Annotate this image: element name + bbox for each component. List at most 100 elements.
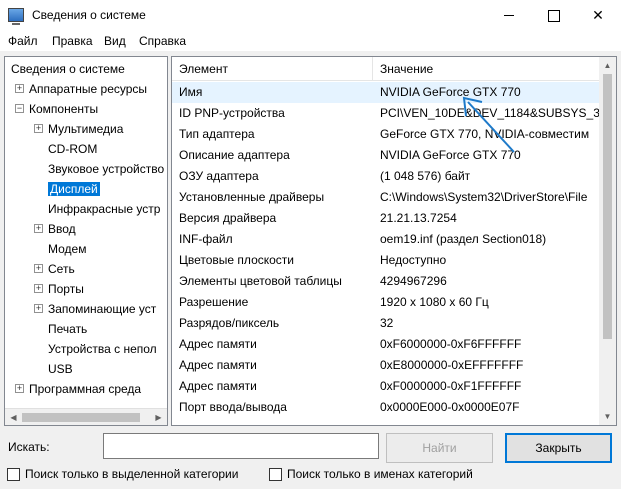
scroll-up-icon[interactable]: ▲: [599, 57, 616, 74]
title-bar: Сведения о системе ✕: [0, 0, 621, 31]
cell-value: 0xF6000000-0xF6FFFFFF: [380, 337, 522, 351]
table-row[interactable]: Цветовые плоскости Недоступно: [172, 250, 601, 271]
tree-item-label: Аппаратные ресурсы: [29, 82, 148, 96]
expand-icon[interactable]: +: [34, 264, 43, 273]
menu-edit[interactable]: Правка: [52, 34, 93, 48]
minimize-button[interactable]: [486, 0, 532, 31]
cell-value: 0xE8000000-0xEFFFFFFF: [380, 358, 524, 372]
cell-value: 1920 x 1080 x 60 Гц: [380, 295, 489, 309]
scroll-thumb[interactable]: [603, 74, 612, 339]
menu-view[interactable]: Вид: [104, 34, 126, 48]
cell-item: INF-файл: [179, 232, 233, 246]
search-input[interactable]: [103, 433, 379, 459]
tree-item[interactable]: Ввод: [48, 219, 76, 239]
find-button[interactable]: Найти: [386, 433, 493, 463]
tree-item-label: Компоненты: [29, 102, 99, 116]
menu-bar: Файл Правка Вид Справка: [0, 31, 621, 51]
table-row[interactable]: Тип адаптера GeForce GTX 770, NVIDIA-совм…: [172, 124, 601, 145]
tree-item-label: CD-ROM: [48, 142, 98, 156]
system-info-icon: [8, 8, 24, 25]
table-row[interactable]: Версия драйвера 21.21.13.7254: [172, 208, 601, 229]
tree-item[interactable]: Порты: [48, 279, 84, 299]
cell-item: Установленные драйверы: [179, 190, 325, 204]
table-row[interactable]: Адрес памяти 0xF6000000-0xF6FFFFFF: [172, 334, 601, 355]
checkbox-label: Поиск только в именах категорий: [287, 467, 473, 481]
tree-item-label: Программная среда: [29, 382, 142, 396]
tree-item[interactable]: Запоминающие уст: [48, 299, 156, 319]
maximize-button[interactable]: [530, 0, 576, 31]
cell-item: Адрес памяти: [179, 337, 257, 351]
checkbox-box[interactable]: [269, 468, 282, 481]
cell-value: 0xF0000000-0xF1FFFFFF: [380, 379, 522, 393]
table-row[interactable]: Элементы цветовой таблицы 4294967296: [172, 271, 601, 292]
cell-value: 0x0000E000-0x0000E07F: [380, 400, 520, 414]
list-vertical-scrollbar[interactable]: ▲ ▼: [599, 57, 616, 425]
close-window-button[interactable]: ✕: [575, 0, 621, 31]
tree-item[interactable]: Дисплей: [48, 179, 100, 199]
cell-item: Версия драйвера: [179, 211, 277, 225]
tree-item-label: Сведения о системе: [11, 62, 125, 76]
tree-item[interactable]: Сеть: [48, 259, 75, 279]
tree-item-label: Модем: [48, 242, 87, 256]
table-row[interactable]: Адрес памяти 0xE8000000-0xEFFFFFFF: [172, 355, 601, 376]
expand-icon[interactable]: +: [34, 284, 43, 293]
expand-icon[interactable]: +: [34, 224, 43, 233]
tree-item-label: Мультимедиа: [48, 122, 124, 136]
tree-item[interactable]: Компоненты: [29, 99, 98, 119]
table-row[interactable]: Имя NVIDIA GeForce GTX 770: [172, 82, 601, 103]
scroll-right-icon[interactable]: ▶: [150, 409, 167, 425]
cell-item: ID PNP-устройства: [179, 106, 285, 120]
tree-item[interactable]: Печать: [48, 319, 87, 339]
cell-item: Разрядов/пиксель: [179, 316, 280, 330]
table-row[interactable]: ОЗУ адаптера (1 048 576) байт: [172, 166, 601, 187]
tree-item[interactable]: USB: [48, 359, 73, 379]
tree-item-label: Порты: [48, 282, 84, 296]
scroll-left-icon[interactable]: ◀: [5, 409, 22, 425]
tree-item[interactable]: Мультимедиа: [48, 119, 123, 139]
scroll-down-icon[interactable]: ▼: [599, 408, 616, 425]
table-row[interactable]: INF-файл oem19.inf (раздел Section018): [172, 229, 601, 250]
column-header-item[interactable]: Элемент: [172, 57, 373, 81]
close-button[interactable]: Закрыть: [505, 433, 612, 463]
cell-value: (1 048 576) байт: [380, 169, 471, 183]
tree-item-label: Дисплей: [48, 182, 100, 196]
checkbox-label: Поиск только в выделенной категории: [25, 467, 239, 481]
table-row[interactable]: Разрешение 1920 x 1080 x 60 Гц: [172, 292, 601, 313]
details-list[interactable]: Элемент Значение Имя NVIDIA GeForce GTX 7…: [171, 56, 617, 426]
cell-item: Тип адаптера: [179, 127, 255, 141]
tree-item[interactable]: Звуковое устройство: [48, 159, 164, 179]
tree-item[interactable]: Аппаратные ресурсы: [29, 79, 147, 99]
menu-file[interactable]: Файл: [8, 34, 38, 48]
expand-icon[interactable]: +: [34, 304, 43, 313]
tree-item-label: Запоминающие уст: [48, 302, 157, 316]
tree-item[interactable]: CD-ROM: [48, 139, 97, 159]
tree-item-label: USB: [48, 362, 73, 376]
tree-item-label: Инфракрасные устр: [48, 202, 161, 216]
tree-item[interactable]: Устройства с непол: [48, 339, 157, 359]
table-row[interactable]: ID PNP-устройства PCI\VEN_10DE&DEV_1184&S…: [172, 103, 601, 124]
checkbox-box[interactable]: [7, 468, 20, 481]
tree-item[interactable]: Инфракрасные устр: [48, 199, 160, 219]
table-row[interactable]: Описание адаптера NVIDIA GeForce GTX 770: [172, 145, 601, 166]
annotation-arrow-icon: [462, 96, 515, 153]
collapse-icon[interactable]: −: [15, 104, 24, 113]
tree-item-label: Сеть: [48, 262, 75, 276]
table-row[interactable]: Установленные драйверы C:\Windows\System3…: [172, 187, 601, 208]
table-row[interactable]: Порт ввода/вывода 0x0000E000-0x0000E07F: [172, 397, 601, 418]
tree-item[interactable]: Сведения о системе: [11, 59, 125, 79]
tree-item[interactable]: Программная среда: [29, 379, 141, 399]
table-row[interactable]: Адрес памяти 0xF0000000-0xF1FFFFFF: [172, 376, 601, 397]
tree-item-label: Звуковое устройство: [48, 162, 165, 176]
column-header-value[interactable]: Значение: [373, 57, 601, 81]
tree-item[interactable]: Модем: [48, 239, 86, 259]
scroll-thumb[interactable]: [22, 413, 140, 422]
search-label: Искать:: [8, 440, 50, 454]
category-tree[interactable]: Сведения о системе + Аппаратные ресурсы − Ко…: [4, 56, 168, 426]
expand-icon[interactable]: +: [15, 84, 24, 93]
menu-help[interactable]: Справка: [139, 34, 186, 48]
table-row[interactable]: Разрядов/пиксель 32: [172, 313, 601, 334]
expand-icon[interactable]: +: [15, 384, 24, 393]
tree-horizontal-scrollbar[interactable]: ◀ ▶: [5, 408, 167, 425]
expand-icon[interactable]: +: [34, 124, 43, 133]
cell-item: Порт ввода/вывода: [179, 400, 287, 414]
